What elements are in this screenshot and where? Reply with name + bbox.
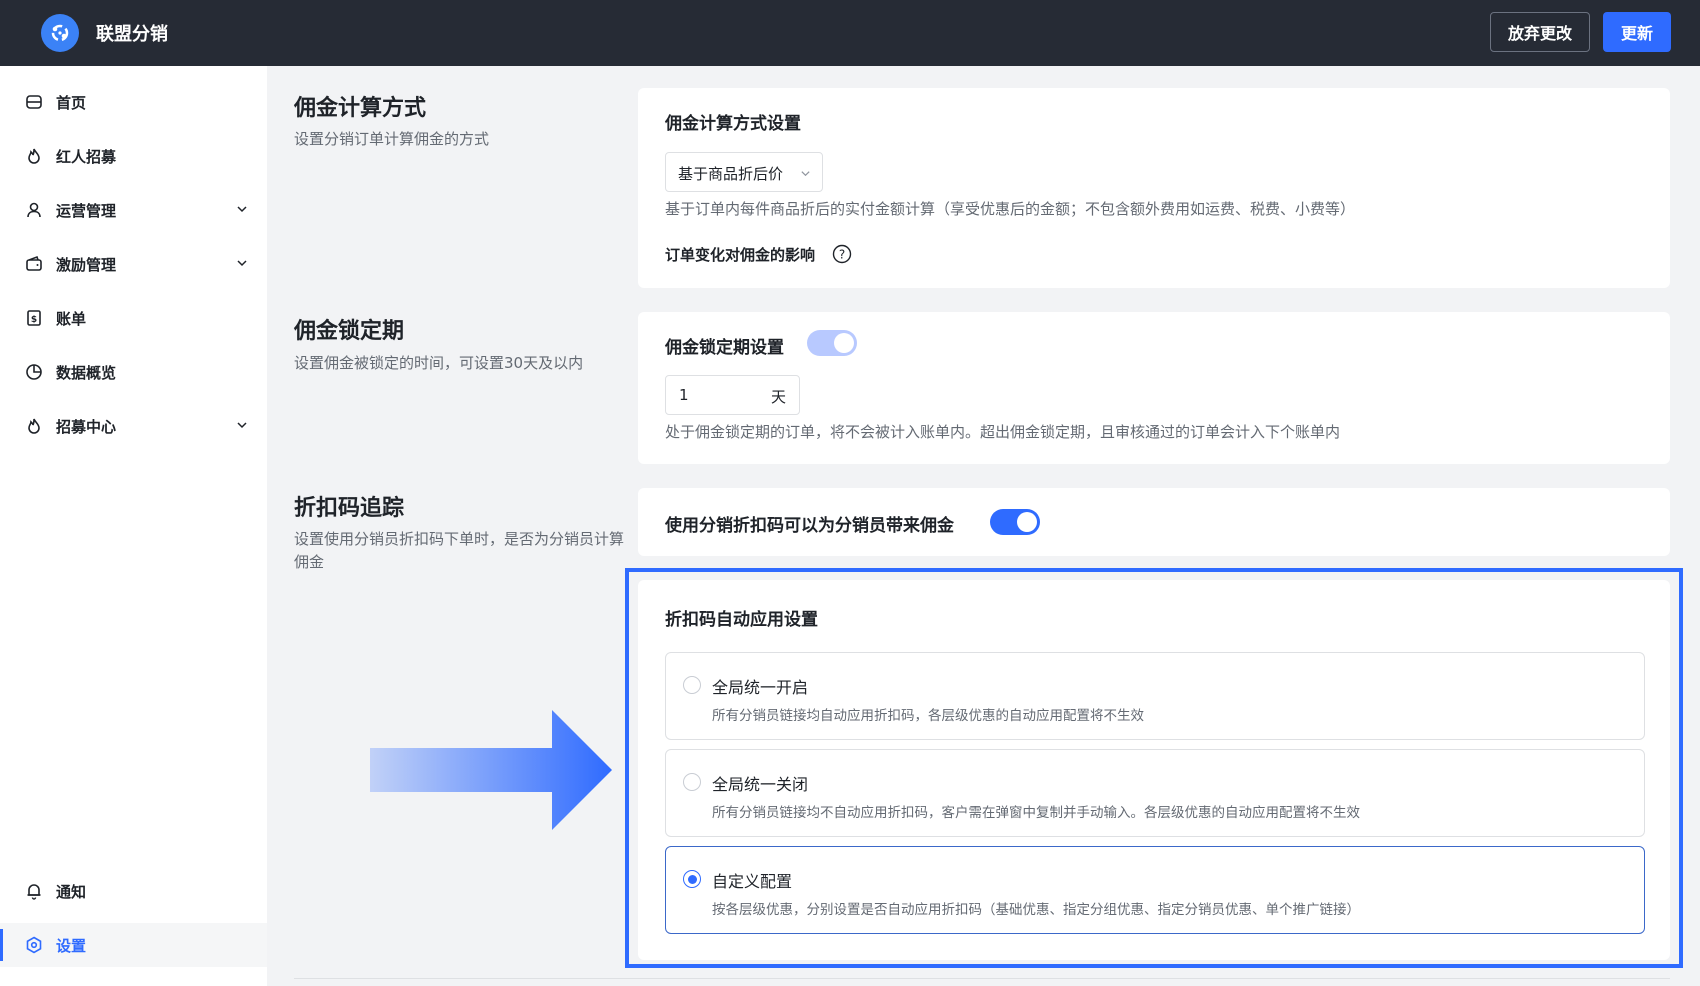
days-value: 1 bbox=[679, 386, 689, 404]
select-value: 基于商品折后价 bbox=[678, 165, 784, 183]
home-icon bbox=[26, 95, 42, 109]
help-circle-icon[interactable]: ? bbox=[832, 244, 852, 264]
card-title: 佣金计算方式设置 bbox=[665, 114, 801, 134]
sidebar-item-influencer-recruit[interactable]: 红人招募 bbox=[0, 134, 267, 178]
lock-days-input[interactable]: 1 天 bbox=[665, 375, 800, 415]
discard-changes-button[interactable]: 放弃更改 bbox=[1490, 12, 1590, 52]
section-desc-commission-calc: 设置分销订单计算佣金的方式 bbox=[294, 130, 490, 148]
sidebar-item-label: 设置 bbox=[56, 937, 87, 955]
lock-period-toggle[interactable] bbox=[807, 330, 857, 356]
section-title-lock-period: 佣金锁定期 bbox=[294, 319, 405, 344]
discount-commission-toggle[interactable] bbox=[990, 509, 1040, 535]
sidebar-item-operations[interactable]: 运营管理 bbox=[0, 188, 267, 232]
lock-period-card: 佣金锁定期设置 1 天 处于佣金锁定期的订单，将不会被计入账单内。超出佣金锁定期… bbox=[638, 312, 1670, 464]
commission-calc-card: 佣金计算方式设置 基于商品折后价 基于订单内每件商品折后的实付金额计算（享受优惠… bbox=[638, 88, 1670, 288]
sidebar-item-label: 数据概览 bbox=[56, 364, 117, 382]
commission-method-select[interactable]: 基于商品折后价 bbox=[665, 152, 823, 192]
sidebar-item-settings[interactable]: 设置 bbox=[0, 923, 267, 967]
discount-commission-card: 使用分销折扣码可以为分销员带来佣金 bbox=[638, 488, 1670, 556]
app-logo-icon bbox=[41, 14, 79, 52]
top-bar: 联盟分销 放弃更改 更新 bbox=[0, 0, 1700, 66]
bell-icon bbox=[27, 884, 41, 900]
lock-period-help: 处于佣金锁定期的订单，将不会被计入账单内。超出佣金锁定期，且审核通过的订单会计入… bbox=[665, 423, 1341, 441]
flame-icon bbox=[28, 418, 40, 434]
sidebar-item-label: 首页 bbox=[56, 94, 87, 112]
sidebar-item-label: 运营管理 bbox=[56, 202, 117, 220]
chevron-down-icon bbox=[801, 171, 810, 177]
divider bbox=[294, 978, 1670, 979]
toggle-knob bbox=[834, 333, 854, 353]
app-title: 联盟分销 bbox=[96, 24, 168, 45]
discount-commission-label: 使用分销折扣码可以为分销员带来佣金 bbox=[665, 516, 954, 536]
bill-icon: $ bbox=[27, 310, 41, 326]
sidebar-item-label: 激励管理 bbox=[56, 256, 117, 274]
highlight-frame bbox=[625, 568, 1683, 968]
sidebar-item-incentives[interactable]: 激励管理 bbox=[0, 242, 267, 286]
chevron-down-icon bbox=[237, 206, 247, 213]
toggle-knob bbox=[1017, 512, 1037, 532]
active-indicator bbox=[0, 929, 3, 961]
chevron-down-icon bbox=[237, 260, 247, 267]
wallet-icon bbox=[26, 255, 42, 271]
section-desc-discount-tracking: 设置使用分销员折扣码下单时，是否为分销员计算佣金 bbox=[294, 530, 625, 571]
sidebar-item-bills[interactable]: $ 账单 bbox=[0, 296, 267, 340]
sidebar-item-label: 招募中心 bbox=[56, 418, 117, 436]
svg-text:$: $ bbox=[31, 315, 37, 325]
section-title-discount-tracking: 折扣码追踪 bbox=[294, 496, 405, 521]
user-icon bbox=[27, 202, 41, 218]
svg-text:?: ? bbox=[839, 248, 845, 262]
sidebar-item-recruit-center[interactable]: 招募中心 bbox=[0, 404, 267, 448]
sidebar-item-home[interactable]: 首页 bbox=[0, 80, 267, 124]
sidebar-item-notifications[interactable]: 通知 bbox=[0, 869, 267, 913]
update-button[interactable]: 更新 bbox=[1603, 12, 1671, 52]
card-title: 佣金锁定期设置 bbox=[665, 338, 784, 358]
chevron-down-icon bbox=[237, 422, 247, 429]
order-change-impact-label: 订单变化对佣金的影响 bbox=[665, 246, 816, 264]
days-unit: 天 bbox=[771, 388, 787, 406]
sidebar-item-label: 账单 bbox=[56, 310, 87, 328]
sidebar-item-data-overview[interactable]: 数据概览 bbox=[0, 350, 267, 394]
settings-icon bbox=[26, 936, 42, 954]
sidebar-item-label: 红人招募 bbox=[56, 148, 117, 166]
section-desc-lock-period: 设置佣金被锁定的时间，可设置30天及以内 bbox=[294, 354, 584, 372]
section-title-commission-calc: 佣金计算方式 bbox=[294, 96, 427, 121]
arrow-right-icon bbox=[370, 710, 612, 830]
pie-chart-icon bbox=[26, 364, 42, 380]
sidebar-item-label: 通知 bbox=[56, 883, 87, 901]
commission-method-help: 基于订单内每件商品折后的实付金额计算（享受优惠后的金额；不包含额外费用如运费、税… bbox=[665, 200, 1356, 218]
flame-icon bbox=[28, 148, 40, 164]
sidebar: 首页 红人招募 运营管理 激励管理 $ 账单 数据概览 招募中心 通知 设置 bbox=[0, 66, 267, 986]
